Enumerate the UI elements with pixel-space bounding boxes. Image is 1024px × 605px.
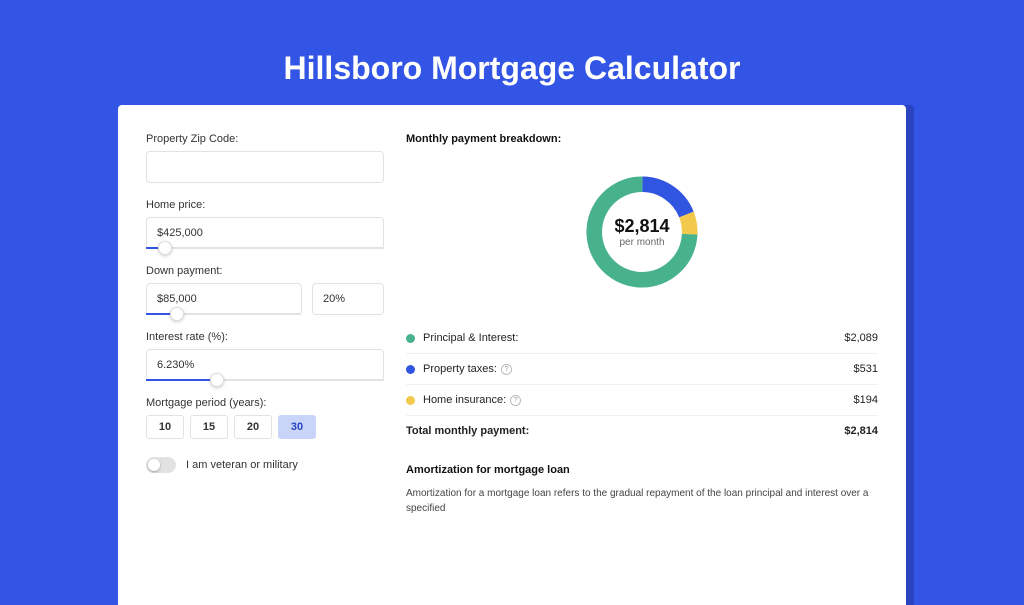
page: Hillsboro Mortgage Calculator Property Z…	[0, 0, 1024, 512]
zip-label: Property Zip Code:	[146, 133, 384, 145]
period-button-30[interactable]: 30	[278, 415, 316, 439]
legend-label: Property taxes:?	[423, 363, 854, 375]
legend-value: $531	[854, 363, 878, 375]
zip-input[interactable]	[146, 151, 384, 183]
donut-sub: per month	[619, 237, 664, 248]
legend-label: Principal & Interest:	[423, 332, 844, 344]
total-value: $2,814	[844, 425, 878, 437]
zip-field: Property Zip Code:	[146, 133, 384, 183]
legend-value: $2,089	[844, 332, 878, 344]
veteran-toggle[interactable]	[146, 457, 176, 473]
legend-dot	[406, 334, 415, 343]
donut-chart-area: $2,814 per month	[406, 157, 878, 307]
breakdown-title: Monthly payment breakdown:	[406, 133, 878, 145]
home-price-field: Home price:	[146, 199, 384, 249]
home-price-input[interactable]	[146, 217, 384, 249]
down-payment-input[interactable]	[146, 283, 302, 315]
legend-row: Principal & Interest:$2,089	[406, 323, 878, 354]
calculator-card: Property Zip Code: Home price: Down paym…	[118, 105, 906, 605]
interest-rate-input[interactable]	[146, 349, 384, 381]
veteran-label: I am veteran or military	[186, 459, 298, 471]
interest-rate-label: Interest rate (%):	[146, 331, 384, 343]
legend-row: Property taxes:?$531	[406, 354, 878, 385]
interest-rate-slider[interactable]	[146, 379, 384, 381]
period-button-15[interactable]: 15	[190, 415, 228, 439]
page-title: Hillsboro Mortgage Calculator	[0, 50, 1024, 87]
down-percent-input[interactable]	[312, 283, 384, 315]
legend-dot	[406, 365, 415, 374]
form-column: Property Zip Code: Home price: Down paym…	[146, 133, 384, 605]
period-button-10[interactable]: 10	[146, 415, 184, 439]
donut-center: $2,814 per month	[579, 169, 705, 295]
amortization-title: Amortization for mortgage loan	[406, 464, 878, 476]
down-payment-slider[interactable]	[146, 313, 301, 315]
legend-row: Home insurance:?$194	[406, 385, 878, 416]
down-payment-field: Down payment:	[146, 265, 384, 315]
home-price-label: Home price:	[146, 199, 384, 211]
interest-rate-field: Interest rate (%):	[146, 331, 384, 381]
info-icon[interactable]: ?	[501, 364, 512, 375]
donut-chart: $2,814 per month	[579, 169, 705, 295]
veteran-toggle-row: I am veteran or military	[146, 457, 384, 473]
toggle-knob	[148, 459, 160, 471]
legend-dot	[406, 396, 415, 405]
mortgage-period-field: Mortgage period (years): 10152030	[146, 397, 384, 439]
donut-value: $2,814	[614, 216, 669, 237]
legend-label: Home insurance:?	[423, 394, 854, 406]
mortgage-period-label: Mortgage period (years):	[146, 397, 384, 409]
legend-value: $194	[854, 394, 878, 406]
period-button-20[interactable]: 20	[234, 415, 272, 439]
total-label: Total monthly payment:	[406, 425, 844, 437]
amortization-section: Amortization for mortgage loan Amortizat…	[406, 464, 878, 516]
total-row: Total monthly payment: $2,814	[406, 416, 878, 446]
info-icon[interactable]: ?	[510, 395, 521, 406]
down-payment-label: Down payment:	[146, 265, 384, 277]
home-price-slider[interactable]	[146, 247, 384, 249]
breakdown-column: Monthly payment breakdown: $2,814 per mo…	[406, 133, 878, 605]
